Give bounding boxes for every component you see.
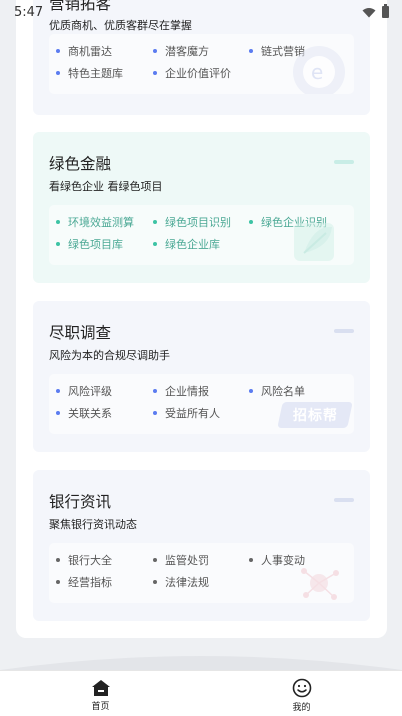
nav-home[interactable]: 首页 bbox=[0, 671, 201, 716]
card-green-finance[interactable]: 绿色金融 看绿色企业 看绿色项目 环境效益测算 绿色项目识别 绿色企业识别 绿色… bbox=[33, 132, 370, 283]
tag-item[interactable]: 监管处罚 bbox=[153, 552, 209, 568]
status-bar: 5:47 bbox=[0, 0, 402, 24]
battery-icon bbox=[382, 4, 389, 18]
tag-item[interactable]: 风险名单 bbox=[249, 383, 305, 399]
tag-panel: 风险评级 企业情报 风险名单 关联关系 受益所有人 招标帮 bbox=[49, 374, 354, 434]
tag-item[interactable]: 潜客魔方 bbox=[153, 43, 209, 59]
tag-item[interactable]: 特色主题库 bbox=[56, 65, 123, 81]
nav-mine-label: 我的 bbox=[292, 703, 311, 713]
content-background: 营销拓客 优质商机、优质客群尽在掌握 商机雷达 潜客魔方 链式营销 特色主题库 … bbox=[0, 0, 402, 670]
tag-item[interactable]: 绿色项目识别 bbox=[153, 214, 231, 230]
tag-panel: 银行大全 监管处罚 人事变动 经营指标 法律法规 bbox=[49, 543, 354, 603]
card-subtitle: 聚焦银行资讯动态 bbox=[49, 518, 137, 531]
tag-item[interactable]: 环境效益测算 bbox=[56, 214, 134, 230]
tag-panel: 商机雷达 潜客魔方 链式营销 特色主题库 企业价值评价 e bbox=[49, 34, 354, 94]
card-title: 尽职调查 bbox=[49, 324, 112, 342]
nav-mine[interactable]: 我的 bbox=[201, 671, 402, 716]
tag-item[interactable]: 绿色企业库 bbox=[153, 236, 220, 252]
tag-item[interactable]: 风险评级 bbox=[56, 383, 112, 399]
smiley-icon bbox=[292, 678, 311, 698]
tag-item[interactable]: 关联关系 bbox=[56, 405, 112, 421]
bottom-curve bbox=[0, 656, 402, 670]
card-due-diligence[interactable]: 尽职调查 风险为本的合规尽调助手 风险评级 企业情报 风险名单 关联关系 受益所… bbox=[33, 301, 370, 452]
nav-home-label: 首页 bbox=[91, 702, 110, 712]
tag-item[interactable]: 银行大全 bbox=[56, 552, 112, 568]
watermark-badge: 招标帮 bbox=[277, 402, 353, 428]
wifi-icon bbox=[362, 7, 376, 17]
tag-item[interactable]: 绿色项目库 bbox=[56, 236, 123, 252]
app-screen: 营销拓客 优质商机、优质客群尽在掌握 商机雷达 潜客魔方 链式营销 特色主题库 … bbox=[0, 0, 402, 716]
card-bank-news[interactable]: 银行资讯 聚焦银行资讯动态 银行大全 监管处罚 人事变动 经营指标 法律法规 bbox=[33, 470, 370, 621]
tag-item[interactable]: 经营指标 bbox=[56, 574, 112, 590]
watermark-text: 招标帮 bbox=[292, 408, 338, 424]
tag-item[interactable]: 法律法规 bbox=[153, 574, 209, 590]
card-subtitle: 看绿色企业 看绿色项目 bbox=[49, 180, 163, 193]
leaf-decoration-icon bbox=[294, 223, 334, 261]
home-icon bbox=[91, 680, 110, 696]
card-title: 银行资讯 bbox=[49, 493, 112, 511]
tag-item[interactable]: 企业价值评价 bbox=[153, 65, 231, 81]
network-decoration-icon bbox=[301, 568, 339, 600]
svg-text:e: e bbox=[311, 60, 323, 84]
status-time: 5:47 bbox=[14, 4, 44, 20]
tag-item[interactable]: 受益所有人 bbox=[153, 405, 220, 421]
radar-decoration-icon: e bbox=[293, 46, 345, 94]
tag-item[interactable]: 企业情报 bbox=[153, 383, 209, 399]
bottom-nav: 首页 我的 bbox=[0, 670, 402, 716]
tag-item[interactable]: 商机雷达 bbox=[56, 43, 112, 59]
tag-panel: 环境效益测算 绿色项目识别 绿色企业识别 绿色项目库 绿色企业库 bbox=[49, 205, 354, 265]
card-title: 绿色金融 bbox=[49, 155, 112, 173]
card-subtitle: 风险为本的合规尽调助手 bbox=[49, 349, 170, 362]
